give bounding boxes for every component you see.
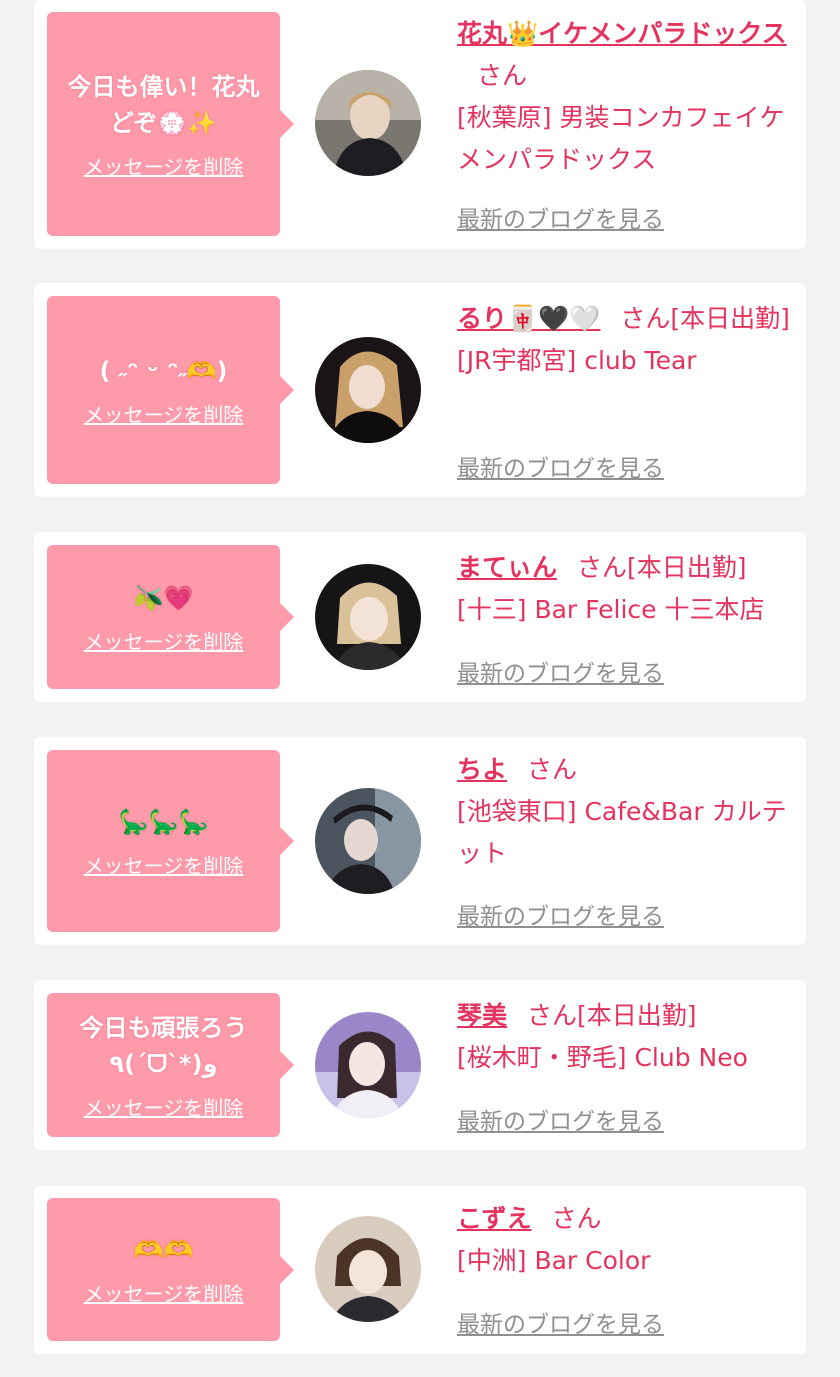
message-bubble: 🫶🫶 メッセージを削除 xyxy=(47,1198,294,1341)
shop-name: [十三] Bar Felice 十三本店 xyxy=(457,595,765,624)
cast-info: 花丸👑イケメンパラドックスさん [秋葉原] 男装コンカフェイケメンパラドックス xyxy=(457,13,793,181)
cast-name-link[interactable]: 琴美 xyxy=(457,1001,507,1030)
avatar-photo xyxy=(315,564,421,670)
cast-info: ちよ さん [池袋東口] Cafe&Bar カルテット xyxy=(457,749,793,875)
delete-message-link[interactable]: メッセージを削除 xyxy=(84,1278,244,1307)
delete-message-link[interactable]: メッセージを削除 xyxy=(84,151,244,180)
message-text: 🫒💗 xyxy=(133,583,194,612)
message-bubble: 🦕🦕🦕 メッセージを削除 xyxy=(47,750,294,932)
honorific: さん xyxy=(551,1204,602,1233)
cast-info: まてぃん さん[本日出勤] [十三] Bar Felice 十三本店 xyxy=(457,547,793,631)
honorific: さん xyxy=(577,553,628,582)
message-bubble: ( ˶ᵔ ᵕ ᵔ˶🫶) メッセージを削除 xyxy=(47,296,294,484)
work-status: [本日出勤] xyxy=(577,1001,697,1030)
avatar[interactable] xyxy=(315,1216,421,1322)
delete-message-link[interactable]: メッセージを削除 xyxy=(84,850,244,879)
delete-message-link[interactable]: メッセージを削除 xyxy=(84,626,244,655)
avatar[interactable] xyxy=(315,788,421,894)
latest-blog-link[interactable]: 最新のブログを見る xyxy=(457,200,664,234)
honorific: さん xyxy=(620,304,671,333)
avatar-photo xyxy=(315,788,421,894)
avatar-photo xyxy=(315,1216,421,1322)
cast-name-link[interactable]: るり🀄🖤🤍 xyxy=(457,304,600,333)
message-bubble: 🫒💗 メッセージを削除 xyxy=(47,545,294,689)
shop-name: [JR宇都宮] club Tear xyxy=(457,346,697,375)
message-bubble: 今日も偉い！花丸どぞ💮✨ メッセージを削除 xyxy=(47,12,294,236)
favorite-card: 今日も偉い！花丸どぞ💮✨ メッセージを削除 花丸👑イケメンパラドックスさん [秋… xyxy=(34,0,806,249)
message-bubble: 今日も頑張ろう٩(ˊᗜˋ*)و メッセージを削除 xyxy=(47,993,294,1137)
avatar-photo xyxy=(315,337,421,443)
latest-blog-link[interactable]: 最新のブログを見る xyxy=(457,897,664,931)
work-status: [本日出勤] xyxy=(627,553,747,582)
shop-name: [秋葉原] 男装コンカフェイケメンパラドックス xyxy=(457,103,785,174)
shop-name: [桜木町・野毛] Club Neo xyxy=(457,1043,748,1072)
latest-blog-link[interactable]: 最新のブログを見る xyxy=(457,449,664,483)
delete-message-link[interactable]: メッセージを削除 xyxy=(84,1092,244,1121)
cast-info: こずえ さん [中洲] Bar Color xyxy=(457,1198,793,1282)
honorific: さん xyxy=(477,61,528,90)
avatar[interactable] xyxy=(315,1012,421,1118)
honorific: さん xyxy=(527,1001,578,1030)
message-text: 🦕🦕🦕 xyxy=(118,807,209,836)
latest-blog-link[interactable]: 最新のブログを見る xyxy=(457,654,664,688)
cast-info: るり🀄🖤🤍 さん[本日出勤] [JR宇都宮] club Tear xyxy=(457,298,793,382)
favorite-card: 🫶🫶 メッセージを削除 こずえ さん [中洲] Bar Color 最新のブログを… xyxy=(34,1186,806,1354)
favorite-card: 🦕🦕🦕 メッセージを削除 ちよ さん [池袋東口] Cafe&Bar カルテット … xyxy=(34,737,806,945)
avatar[interactable] xyxy=(315,564,421,670)
avatar-photo xyxy=(315,70,421,176)
cast-name-link[interactable]: まてぃん xyxy=(457,553,557,582)
favorite-card: 🫒💗 メッセージを削除 まてぃん さん[本日出勤] [十三] Bar Felice… xyxy=(34,532,806,702)
message-text: ( ˶ᵔ ᵕ ᵔ˶🫶) xyxy=(99,356,228,385)
honorific: さん xyxy=(527,755,578,784)
message-text: 🫶🫶 xyxy=(133,1236,194,1264)
favorites-list: 今日も偉い！花丸どぞ💮✨ メッセージを削除 花丸👑イケメンパラドックスさん [秋… xyxy=(0,0,840,1377)
message-text: 今日も頑張ろう٩(ˊᗜˋ*)و xyxy=(79,1013,248,1078)
favorite-card: ( ˶ᵔ ᵕ ᵔ˶🫶) メッセージを削除 るり🀄🖤🤍 さん[本日出勤] [JR宇都… xyxy=(34,283,806,497)
avatar-photo xyxy=(315,1012,421,1118)
cast-name-link[interactable]: ちよ xyxy=(457,755,507,784)
cast-info: 琴美 さん[本日出勤] [桜木町・野毛] Club Neo xyxy=(457,995,793,1079)
work-status: [本日出勤] xyxy=(670,304,790,333)
shop-name: [池袋東口] Cafe&Bar カルテット xyxy=(457,797,787,868)
favorite-card: 今日も頑張ろう٩(ˊᗜˋ*)و メッセージを削除 琴美 さん[本日出勤] [桜木町… xyxy=(34,980,806,1150)
message-text: 今日も偉い！花丸どぞ💮✨ xyxy=(67,72,260,137)
latest-blog-link[interactable]: 最新のブログを見る xyxy=(457,1305,664,1339)
delete-message-link[interactable]: メッセージを削除 xyxy=(84,399,244,428)
cast-name-link[interactable]: こずえ xyxy=(457,1204,532,1233)
avatar[interactable] xyxy=(315,70,421,176)
latest-blog-link[interactable]: 最新のブログを見る xyxy=(457,1102,664,1136)
avatar[interactable] xyxy=(315,337,421,443)
cast-name-link[interactable]: 花丸👑イケメンパラドックス xyxy=(457,19,787,48)
shop-name: [中洲] Bar Color xyxy=(457,1246,651,1275)
